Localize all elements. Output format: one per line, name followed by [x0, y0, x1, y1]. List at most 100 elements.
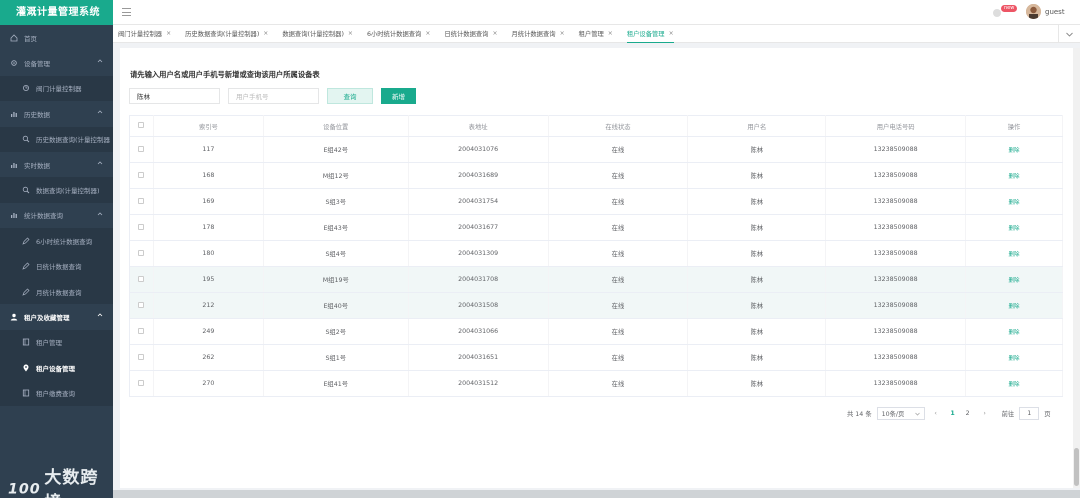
cell-address: 2004031066: [408, 318, 549, 345]
table-row[interactable]: 195 M组19号 2004031708 在线 陈林 13238509088 删除: [129, 266, 1063, 293]
sidebar-item-14[interactable]: 租户缴费查询: [0, 380, 113, 406]
sidebar-item-13[interactable]: 租户设备管理: [0, 355, 113, 381]
watermark: 100 大数跨境: [8, 463, 113, 498]
delete-button[interactable]: 删除: [1009, 148, 1020, 154]
sidebar-item-9[interactable]: 日统计数据查询: [0, 253, 113, 279]
tab-1[interactable]: 历史数据查询(计量控制器) ×: [185, 25, 268, 43]
row-checkbox-cell[interactable]: [129, 266, 154, 293]
table-row[interactable]: 212 E组40号 2004031508 在线 陈林 13238509088 删除: [129, 292, 1063, 319]
checkbox[interactable]: [138, 249, 145, 256]
notification-badge: new: [1001, 5, 1018, 12]
table-row[interactable]: 178 E组43号 2004031677 在线 陈林 13238509088 删除: [129, 214, 1063, 241]
next-page-button[interactable]: ›: [979, 410, 991, 417]
row-checkbox-cell[interactable]: [129, 214, 154, 241]
tab-7[interactable]: 租户设备管理 ×: [626, 25, 674, 43]
checkbox[interactable]: [138, 379, 145, 386]
sidebar-item-1[interactable]: 设备管理: [0, 50, 113, 75]
username-input[interactable]: 陈林: [129, 88, 220, 104]
row-checkbox-cell[interactable]: [129, 188, 154, 215]
row-checkbox-cell[interactable]: [129, 318, 154, 345]
row-checkbox-cell[interactable]: [129, 370, 154, 397]
query-button[interactable]: 查询: [327, 88, 373, 104]
delete-button[interactable]: 删除: [1009, 278, 1020, 284]
checkbox[interactable]: [138, 197, 145, 204]
sidebar-item-0[interactable]: 首页: [0, 25, 113, 50]
goto-page-input[interactable]: 1: [1019, 407, 1040, 420]
page-2-button[interactable]: 2: [962, 410, 974, 417]
select-all-checkbox[interactable]: [129, 115, 154, 137]
tab-0[interactable]: 阀门计量控制器 ×: [118, 25, 171, 43]
close-icon[interactable]: ×: [425, 30, 430, 37]
tab-2[interactable]: 数据查询(计量控制器) ×: [282, 25, 353, 43]
sidebar-item-10[interactable]: 月统计数据查询: [0, 278, 113, 305]
row-checkbox-cell[interactable]: [129, 136, 154, 163]
cell-location: E组42号: [263, 136, 409, 163]
cell-phone: 13238509088: [825, 292, 967, 319]
page-1-button[interactable]: 1: [947, 410, 959, 417]
close-icon[interactable]: ×: [608, 30, 613, 37]
scrollbar-thumb[interactable]: [1074, 448, 1079, 486]
tab-5[interactable]: 月统计数据查询 ×: [511, 25, 564, 43]
checkbox[interactable]: [138, 275, 145, 282]
table-row[interactable]: 249 S组2号 2004031066 在线 陈林 13238509088 删除: [129, 318, 1063, 345]
sidebar-item-3[interactable]: 历史数据: [0, 101, 113, 126]
sidebar-item-4[interactable]: 历史数据查询(计量控制器: [0, 126, 113, 152]
table-row[interactable]: 117 E组42号 2004031076 在线 陈林 13238509088 删除: [129, 136, 1063, 163]
sidebar-item-12[interactable]: 租户管理: [0, 329, 113, 356]
sidebar-item-11[interactable]: 租户及收藏管理: [0, 304, 113, 329]
checkbox[interactable]: [138, 327, 145, 334]
add-button[interactable]: 新增: [381, 88, 416, 104]
column-header: 索引号: [153, 115, 264, 137]
row-checkbox-cell[interactable]: [129, 240, 154, 267]
checkbox[interactable]: [138, 223, 145, 230]
checkbox[interactable]: [138, 353, 145, 360]
row-checkbox-cell[interactable]: [129, 344, 154, 371]
close-icon[interactable]: ×: [166, 30, 171, 37]
delete-button[interactable]: 删除: [1009, 304, 1020, 310]
avatar[interactable]: [1026, 4, 1041, 19]
phone-input[interactable]: 用户手机号: [228, 88, 319, 104]
chevron-down-icon[interactable]: [1058, 25, 1080, 43]
close-icon[interactable]: ×: [263, 30, 268, 37]
tab-3[interactable]: 6小时统计数据查询 ×: [367, 25, 430, 43]
home-icon: [10, 34, 18, 42]
table-row[interactable]: 262 S组1号 2004031651 在线 陈林 13238509088 删除: [129, 344, 1063, 371]
checkbox[interactable]: [138, 122, 145, 128]
cell-address: 2004031309: [408, 240, 549, 267]
table-row[interactable]: 180 S组4号 2004031309 在线 陈林 13238509088 删除: [129, 240, 1063, 267]
checkbox[interactable]: [138, 145, 145, 152]
delete-button[interactable]: 删除: [1009, 356, 1020, 362]
checkbox[interactable]: [138, 171, 145, 178]
sidebar-item-7[interactable]: 统计数据查询: [0, 203, 113, 228]
checkbox[interactable]: [138, 301, 145, 308]
sidebar-item-2[interactable]: 阀门计量控制器: [0, 75, 113, 102]
delete-button[interactable]: 删除: [1009, 382, 1020, 388]
delete-button[interactable]: 删除: [1009, 252, 1020, 258]
prev-page-button[interactable]: ‹: [930, 410, 942, 417]
cell-user: 陈林: [687, 344, 827, 371]
row-checkbox-cell[interactable]: [129, 292, 154, 319]
delete-button[interactable]: 删除: [1009, 200, 1020, 206]
close-icon[interactable]: ×: [492, 30, 497, 37]
cell-action: 删除: [965, 214, 1063, 241]
notification-icon[interactable]: [993, 9, 1001, 17]
table-row[interactable]: 270 E组41号 2004031512 在线 陈林 13238509088 删除: [129, 370, 1063, 397]
close-icon[interactable]: ×: [348, 30, 353, 37]
delete-button[interactable]: 删除: [1009, 226, 1020, 232]
row-checkbox-cell[interactable]: [129, 162, 154, 189]
delete-button[interactable]: 删除: [1009, 174, 1020, 180]
close-icon[interactable]: ×: [669, 30, 674, 37]
sidebar-item-5[interactable]: 实时数据: [0, 152, 113, 177]
page-size-select[interactable]: 10条/页: [876, 407, 925, 420]
username[interactable]: guest: [1045, 8, 1065, 16]
scrollbar[interactable]: [1073, 48, 1080, 488]
tab-6[interactable]: 租户管理 ×: [579, 25, 613, 43]
sidebar-item-8[interactable]: 6小时统计数据查询: [0, 228, 113, 254]
delete-button[interactable]: 删除: [1009, 330, 1020, 336]
table-row[interactable]: 168 M组12号 2004031689 在线 陈林 13238509088 删除: [129, 162, 1063, 189]
sidebar-item-6[interactable]: 数据查询(计量控制器): [0, 177, 113, 203]
table-row[interactable]: 169 S组3号 2004031754 在线 陈林 13238509088 删除: [129, 188, 1063, 215]
close-icon[interactable]: ×: [560, 30, 565, 37]
tab-4[interactable]: 日统计数据查询 ×: [444, 25, 497, 43]
menu-toggle-icon[interactable]: [122, 8, 131, 16]
